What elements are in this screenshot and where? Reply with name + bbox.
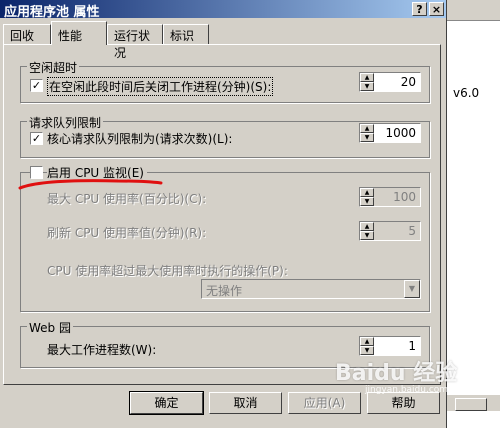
- max-worker-processes-value: 1: [408, 339, 416, 353]
- baidu-watermark-url: jingyan.baidu.com: [365, 385, 449, 395]
- spin-down-icon[interactable]: ▼: [360, 197, 374, 206]
- cpu-action-label: CPU 使用率超过最大使用率时执行的操作(P):: [47, 264, 288, 278]
- spin-up-icon[interactable]: ▲: [360, 124, 374, 133]
- request-queue-checkbox[interactable]: ✓: [30, 132, 43, 145]
- close-icon[interactable]: ×: [429, 2, 444, 16]
- idle-timeout-label: 在空闲此段时间后关闭工作进程(分钟)(S):: [47, 77, 274, 96]
- cancel-button[interactable]: 取消: [209, 392, 282, 414]
- chevron-down-icon[interactable]: ▼: [404, 280, 420, 298]
- spin-down-icon[interactable]: ▼: [360, 133, 374, 142]
- request-queue-label: 核心请求队列限制为(请求次数)(L):: [47, 132, 233, 146]
- spin-down-icon[interactable]: ▼: [360, 82, 374, 91]
- refresh-cpu-value: 5: [408, 224, 416, 238]
- max-cpu-label: 最大 CPU 使用率(百分比)(C):: [47, 192, 207, 206]
- max-cpu-value: 100: [393, 190, 416, 204]
- title-bar: 应用程序池 属性 ? ×: [0, 0, 446, 20]
- tab-health[interactable]: 运行状况: [107, 24, 163, 60]
- background-version-text: v6.0: [453, 86, 480, 100]
- max-worker-processes-spinner[interactable]: ▲ ▼ 1: [359, 336, 421, 356]
- apply-button[interactable]: 应用(A): [288, 392, 361, 414]
- refresh-cpu-spinner[interactable]: ▲ ▼ 5: [359, 221, 421, 241]
- max-cpu-spinner[interactable]: ▲ ▼ 100: [359, 187, 421, 207]
- refresh-cpu-label: 刷新 CPU 使用率值(分钟)(R):: [47, 226, 207, 240]
- window-title: 应用程序池 属性: [4, 5, 100, 20]
- idle-timeout-checkbox[interactable]: ✓: [30, 79, 43, 92]
- tab-performance[interactable]: 性能: [51, 21, 107, 45]
- idle-timeout-spinner[interactable]: ▲ ▼ 20: [359, 72, 421, 92]
- background-scrollbar-thumb[interactable]: [455, 398, 487, 411]
- idle-timeout-value: 20: [400, 75, 416, 89]
- red-annotation-underline: [18, 179, 163, 190]
- spin-up-icon[interactable]: ▲: [360, 73, 374, 82]
- web-garden-group-label: Web 园: [27, 319, 73, 336]
- spin-down-icon[interactable]: ▼: [360, 231, 374, 240]
- tab-identity[interactable]: 标识: [163, 24, 209, 44]
- background-window-header: [447, 6, 500, 21]
- request-queue-value: 1000: [385, 126, 416, 140]
- ok-button[interactable]: 确定: [129, 391, 204, 415]
- spin-down-icon[interactable]: ▼: [360, 346, 374, 355]
- tab-recycle[interactable]: 回收: [3, 24, 51, 44]
- max-worker-processes-label: 最大工作进程数(W):: [47, 343, 157, 357]
- cpu-action-select[interactable]: 无操作 ▼: [201, 279, 421, 299]
- cpu-action-value: 无操作: [206, 284, 243, 298]
- spin-up-icon[interactable]: ▲: [360, 188, 374, 197]
- spin-up-icon[interactable]: ▲: [360, 337, 374, 346]
- help-title-button[interactable]: ?: [412, 2, 427, 16]
- request-queue-group-label: 请求队列限制: [27, 114, 104, 131]
- idle-timeout-group-label: 空闲超时: [27, 59, 80, 76]
- baidu-watermark: Baidu 经验: [335, 361, 458, 386]
- spin-up-icon[interactable]: ▲: [360, 222, 374, 231]
- help-button[interactable]: 帮助: [367, 392, 440, 414]
- request-queue-spinner[interactable]: ▲ ▼ 1000: [359, 123, 421, 143]
